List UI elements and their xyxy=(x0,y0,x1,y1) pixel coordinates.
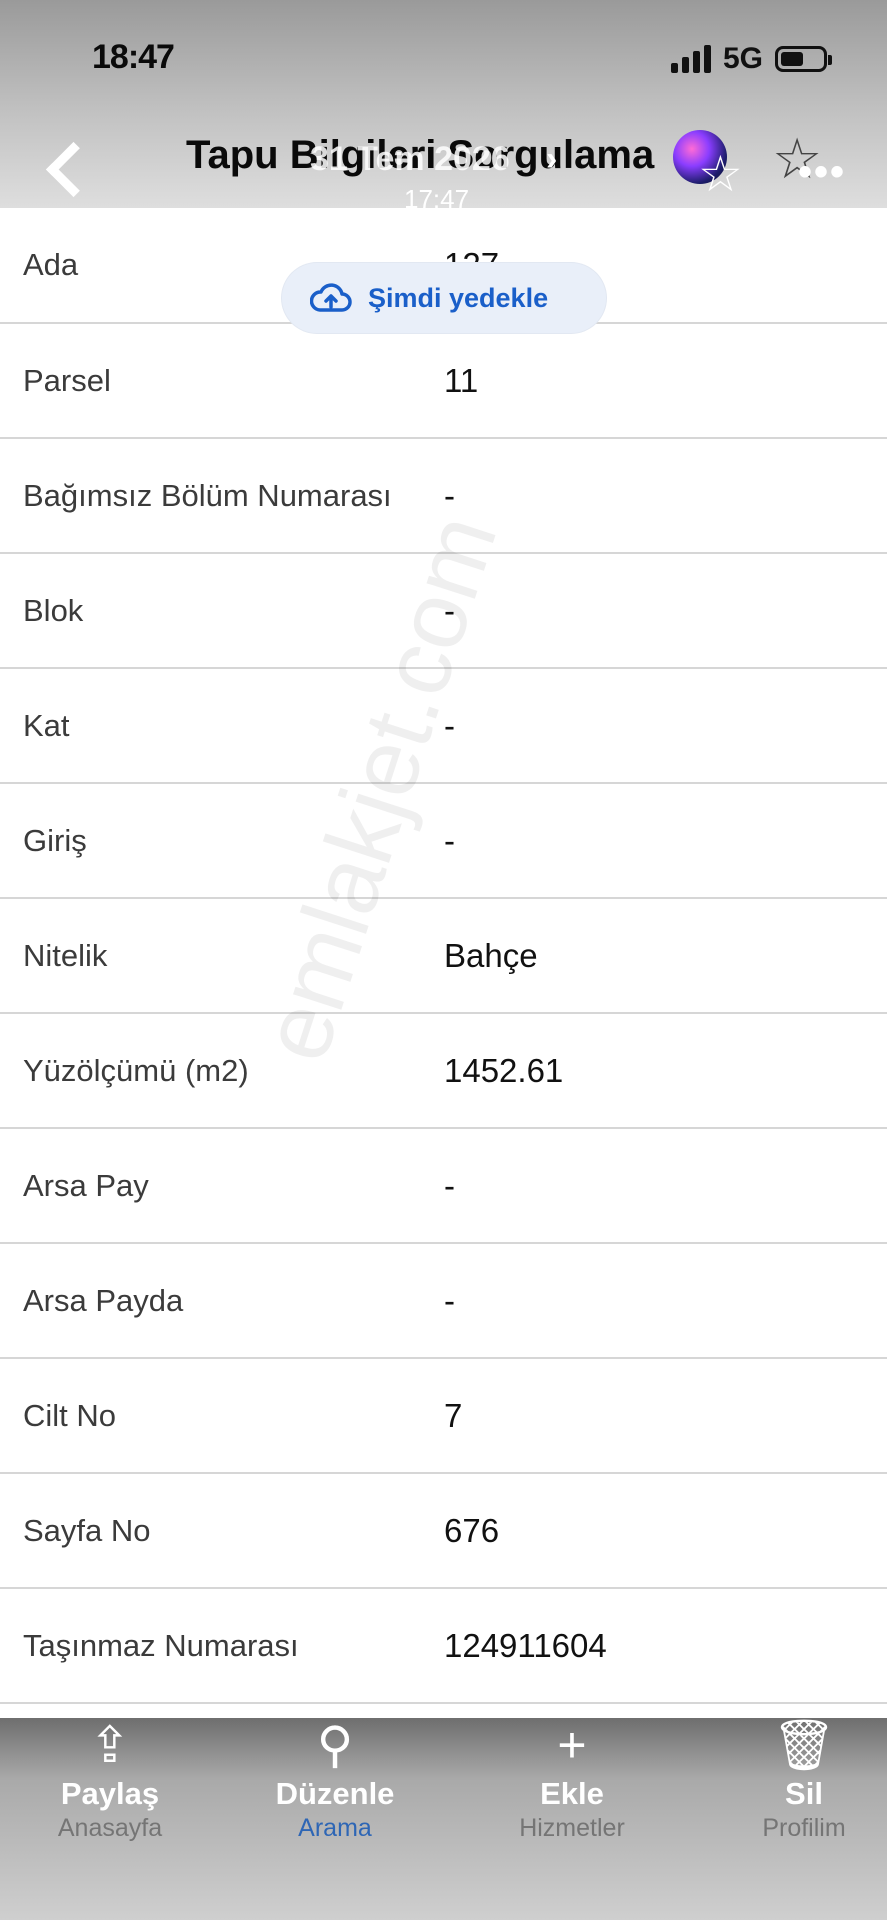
backup-button[interactable]: Şimdi yedekle xyxy=(282,263,606,333)
table-row: Yüzölçümü (m2) 1452.61 xyxy=(0,1014,887,1129)
row-label: Ada xyxy=(23,247,79,282)
tab-sublabel: Profilim xyxy=(762,1814,846,1842)
tab-paylaş[interactable]: ⇪ Paylaş Anasayfa xyxy=(20,1718,200,1920)
overlay-date: 31 Tem 2026 xyxy=(310,140,510,178)
row-label: Bağımsız Bölüm Numarası xyxy=(23,477,392,513)
table-row: Sayfa No 676 xyxy=(0,1474,887,1589)
plus-icon: + xyxy=(557,1717,587,1773)
table-row: Taşınmaz Numarası 124911604 xyxy=(0,1589,887,1704)
table-row: Arsa Pay - xyxy=(0,1129,887,1244)
row-value: - xyxy=(444,1281,455,1319)
tab-ekle[interactable]: + Ekle Hizmetler xyxy=(482,1718,662,1920)
more-icon[interactable]: ••• xyxy=(798,150,846,195)
info-list: Ada127Parsel11Bağımsız Bölüm Numarası-Bl… xyxy=(0,208,887,1704)
row-value: - xyxy=(444,821,455,859)
share-icon: ⇪ xyxy=(89,1717,131,1773)
backup-label: Şimdi yedekle xyxy=(368,282,549,313)
row-label: Parsel xyxy=(23,362,111,398)
favorite-star-icon[interactable]: ☆ xyxy=(698,145,743,203)
signal-icon xyxy=(670,45,711,73)
row-label: Blok xyxy=(23,592,84,628)
tab-label: Ekle xyxy=(540,1776,604,1811)
row-value: 1452.61 xyxy=(444,1051,564,1089)
edit-icon: ⚲ xyxy=(316,1717,354,1773)
table-row: Giriş - xyxy=(0,784,887,899)
table-row: Arsa Payda - xyxy=(0,1244,887,1359)
row-label: Arsa Pay xyxy=(23,1167,149,1203)
row-value: 11 xyxy=(444,361,479,399)
status-time: 18:47 xyxy=(92,38,175,76)
row-label: Cilt No xyxy=(23,1397,117,1433)
row-value: - xyxy=(444,1166,455,1204)
tab-label: Sil xyxy=(785,1776,823,1811)
table-row: Cilt No 7 xyxy=(0,1359,887,1474)
row-label: Sayfa No xyxy=(23,1512,151,1548)
tab-label: Düzenle xyxy=(275,1776,395,1811)
table-row: Nitelik Bahçe xyxy=(0,899,887,1014)
row-value: Bahçe xyxy=(444,936,538,974)
tab-düzenle[interactable]: ⚲ Düzenle Arama xyxy=(245,1718,425,1920)
row-value: 7 xyxy=(444,1396,463,1434)
row-label: Arsa Payda xyxy=(23,1282,184,1318)
row-label: Giriş xyxy=(23,822,87,858)
row-label: Taşınmaz Numarası xyxy=(23,1627,299,1663)
trash-icon: 🗑 xyxy=(772,1717,836,1773)
battery-icon xyxy=(775,46,832,72)
tab-sublabel: Hizmetler xyxy=(519,1814,625,1842)
status-indicators: 5G xyxy=(670,42,832,76)
top-bar: 18:47 5G Tapu Bilgileri Sorgulama 31 Tem… xyxy=(0,0,887,214)
back-icon[interactable] xyxy=(40,136,90,206)
chevron-right-icon[interactable]: › xyxy=(546,140,557,179)
row-label: Kat xyxy=(23,707,70,743)
bottom-tab-bar: ⇪ Paylaş Anasayfa ⚲ Düzenle Arama + Ekle Hizmetl… xyxy=(0,1718,887,1920)
table-row: Parsel 11 xyxy=(0,324,887,439)
network-type: 5G xyxy=(722,42,763,75)
tab-sublabel: Arama xyxy=(298,1814,372,1842)
tab-label: Paylaş xyxy=(60,1776,160,1811)
row-value: 676 xyxy=(444,1511,500,1549)
row-label: Yüzölçümü (m2) xyxy=(23,1052,249,1088)
row-label: Nitelik xyxy=(23,937,108,973)
tab-sil[interactable]: 🗑 Sil Profilim xyxy=(714,1718,887,1920)
cloud-upload-icon xyxy=(310,283,352,313)
row-value: 124911604 xyxy=(444,1626,607,1664)
tab-sublabel: Anasayfa xyxy=(57,1814,163,1842)
